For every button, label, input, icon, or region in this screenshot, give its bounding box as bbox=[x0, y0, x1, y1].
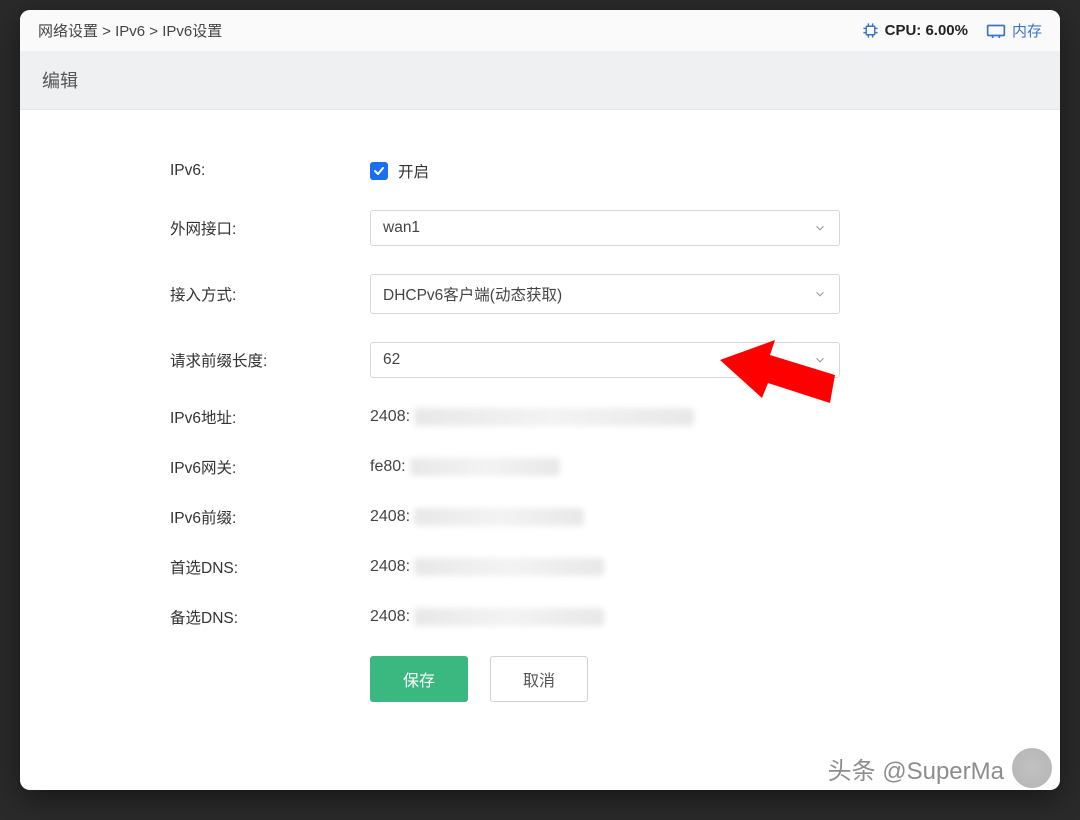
redacted-text bbox=[414, 508, 584, 526]
access-mode-select[interactable]: DHCPv6客户端(动态获取) bbox=[370, 274, 840, 314]
watermark-badge-icon bbox=[1012, 748, 1052, 788]
row-prefix-length: 请求前缀长度: 62 bbox=[170, 342, 1000, 378]
redacted-text bbox=[410, 458, 560, 476]
cpu-label: CPU: 6.00% bbox=[885, 22, 968, 39]
label-secondary-dns: 备选DNS: bbox=[170, 606, 370, 628]
memory-usage: 内存 bbox=[986, 20, 1042, 41]
secondary-dns-value: 2408: bbox=[370, 608, 410, 626]
ipv6-prefix-value: 2408: bbox=[370, 508, 410, 526]
row-ipv6-enable: IPv6: 开启 bbox=[170, 160, 1000, 182]
label-ipv6-gateway: IPv6网关: bbox=[170, 456, 370, 478]
access-mode-value: DHCPv6客户端(动态获取) bbox=[383, 283, 562, 305]
ipv6-address-value: 2408: bbox=[370, 408, 410, 426]
save-button[interactable]: 保存 bbox=[370, 656, 468, 702]
label-prefix-length: 请求前缀长度: bbox=[170, 349, 370, 371]
row-ipv6-prefix: IPv6前缀: 2408: bbox=[170, 506, 1000, 528]
label-ipv6-address: IPv6地址: bbox=[170, 406, 370, 428]
primary-dns-value: 2408: bbox=[370, 558, 410, 576]
memory-icon bbox=[986, 23, 1006, 38]
redacted-text bbox=[414, 608, 604, 626]
status-area: CPU: 6.00% 内存 bbox=[862, 20, 1042, 41]
chevron-down-icon bbox=[813, 287, 827, 301]
row-ipv6-address: IPv6地址: 2408: bbox=[170, 406, 1000, 428]
wan-interface-select[interactable]: wan1 bbox=[370, 210, 840, 246]
label-ipv6: IPv6: bbox=[170, 162, 370, 180]
prefix-length-select[interactable]: 62 bbox=[370, 342, 840, 378]
row-wan-interface: 外网接口: wan1 bbox=[170, 210, 1000, 246]
cpu-usage: CPU: 6.00% bbox=[862, 22, 968, 39]
watermark: 头条 @SuperMa bbox=[828, 748, 1052, 788]
redacted-text bbox=[414, 558, 604, 576]
label-primary-dns: 首选DNS: bbox=[170, 556, 370, 578]
prefix-length-value: 62 bbox=[383, 351, 400, 369]
redacted-text bbox=[414, 408, 694, 426]
cancel-button[interactable]: 取消 bbox=[490, 656, 588, 702]
topbar: 网络设置 > IPv6 > IPv6设置 CPU: 6.00% bbox=[20, 10, 1060, 51]
row-ipv6-gateway: IPv6网关: fe80: bbox=[170, 456, 1000, 478]
wan-interface-value: wan1 bbox=[383, 219, 420, 237]
memory-label: 内存 bbox=[1012, 20, 1042, 41]
label-wan-interface: 外网接口: bbox=[170, 217, 370, 239]
section-title: 编辑 bbox=[20, 51, 1060, 110]
row-access-mode: 接入方式: DHCPv6客户端(动态获取) bbox=[170, 274, 1000, 314]
form: IPv6: 开启 外网接口: wan1 接入方式: bbox=[20, 110, 1060, 732]
ipv6-gateway-value: fe80: bbox=[370, 458, 406, 476]
form-actions: 保存 取消 bbox=[370, 656, 1000, 702]
row-secondary-dns: 备选DNS: 2408: bbox=[170, 606, 1000, 628]
row-primary-dns: 首选DNS: 2408: bbox=[170, 556, 1000, 578]
breadcrumb: 网络设置 > IPv6 > IPv6设置 bbox=[38, 20, 222, 41]
chevron-down-icon bbox=[813, 221, 827, 235]
ipv6-enable-label: 开启 bbox=[398, 160, 429, 182]
settings-window: 网络设置 > IPv6 > IPv6设置 CPU: 6.00% bbox=[20, 10, 1060, 790]
label-ipv6-prefix: IPv6前缀: bbox=[170, 506, 370, 528]
ipv6-enable-checkbox[interactable] bbox=[370, 162, 388, 180]
chevron-down-icon bbox=[813, 353, 827, 367]
label-access-mode: 接入方式: bbox=[170, 283, 370, 305]
watermark-text: 头条 @SuperMa bbox=[828, 751, 1004, 786]
cpu-icon bbox=[862, 22, 879, 39]
